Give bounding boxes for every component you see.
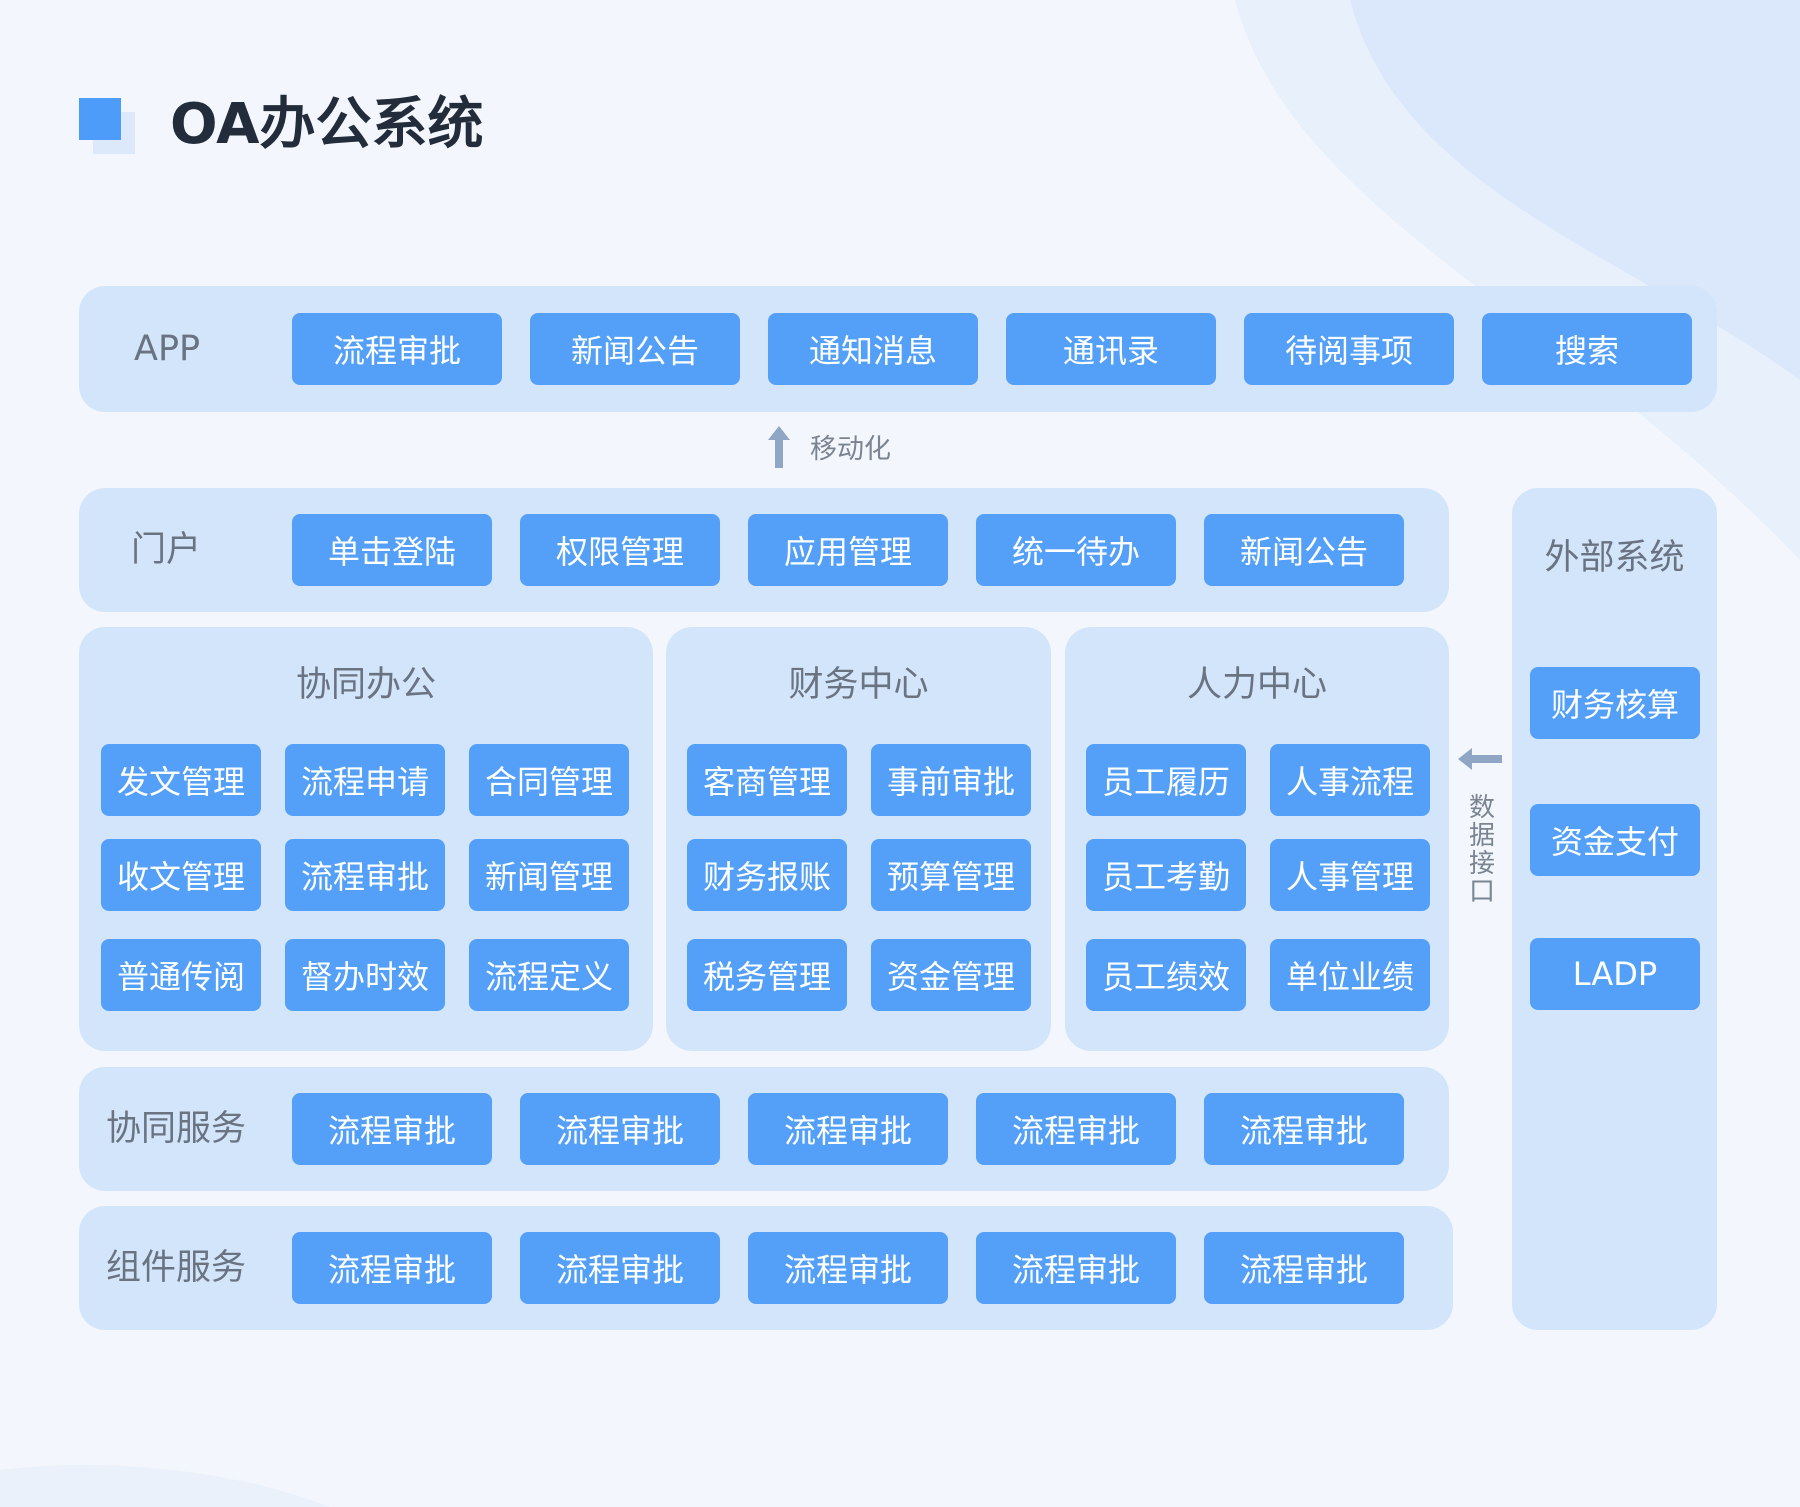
component-service-item[interactable]: 流程审批 xyxy=(976,1232,1176,1304)
finance-panel: 财务中心 客商管理 事前审批 财务报账 预算管理 税务管理 资金管理 xyxy=(666,627,1051,1051)
mobile-up-arrow-icon xyxy=(768,426,790,468)
page-title: OA办公系统 xyxy=(170,92,484,157)
app-item-contacts[interactable]: 通讯录 xyxy=(1006,313,1216,385)
collab-service-panel: 协同服务 流程审批 流程审批 流程审批 流程审批 流程审批 xyxy=(79,1067,1449,1191)
finance-title: 财务中心 xyxy=(788,665,929,705)
hr-item[interactable]: 员工履历 xyxy=(1086,744,1246,816)
finance-item[interactable]: 客商管理 xyxy=(687,744,847,816)
portal-item-sso[interactable]: 单击登陆 xyxy=(292,514,492,586)
collab-item[interactable]: 流程审批 xyxy=(285,839,445,911)
app-item-to-read[interactable]: 待阅事项 xyxy=(1244,313,1454,385)
mobile-note: 移动化 xyxy=(810,434,891,465)
portal-label: 门户 xyxy=(131,530,202,570)
collab-item[interactable]: 流程申请 xyxy=(285,744,445,816)
portal-item-unified-todo[interactable]: 统一待办 xyxy=(976,514,1176,586)
hr-item[interactable]: 员工绩效 xyxy=(1086,939,1246,1011)
data-interface-note: 数据接口 xyxy=(1468,793,1495,907)
component-service-panel: 组件服务 流程审批 流程审批 流程审批 流程审批 流程审批 xyxy=(79,1206,1453,1330)
title-square-icon xyxy=(79,98,137,156)
collab-item[interactable]: 流程定义 xyxy=(469,939,629,1011)
app-item-notification[interactable]: 通知消息 xyxy=(768,313,978,385)
collab-service-item[interactable]: 流程审批 xyxy=(292,1093,492,1165)
component-service-item[interactable]: 流程审批 xyxy=(1204,1232,1404,1304)
collab-item[interactable]: 新闻管理 xyxy=(469,839,629,911)
collab-service-label: 协同服务 xyxy=(106,1109,247,1149)
collab-service-item[interactable]: 流程审批 xyxy=(1204,1093,1404,1165)
external-item-accounting[interactable]: 财务核算 xyxy=(1530,667,1700,739)
external-systems-title: 外部系统 xyxy=(1544,538,1685,578)
hr-item[interactable]: 员工考勤 xyxy=(1086,839,1246,911)
external-item-ladp[interactable]: LADP xyxy=(1530,938,1700,1010)
app-item-process-approval[interactable]: 流程审批 xyxy=(292,313,502,385)
external-item-payment[interactable]: 资金支付 xyxy=(1530,804,1700,876)
portal-panel: 门户 单击登陆 权限管理 应用管理 统一待办 新闻公告 xyxy=(79,488,1449,612)
app-item-search[interactable]: 搜索 xyxy=(1482,313,1692,385)
collab-service-item[interactable]: 流程审批 xyxy=(976,1093,1176,1165)
collab-item[interactable]: 督办时效 xyxy=(285,939,445,1011)
collab-item[interactable]: 普通传阅 xyxy=(101,939,261,1011)
collab-item[interactable]: 发文管理 xyxy=(101,744,261,816)
component-service-item[interactable]: 流程审批 xyxy=(520,1232,720,1304)
collab-service-item[interactable]: 流程审批 xyxy=(748,1093,948,1165)
component-service-item[interactable]: 流程审批 xyxy=(748,1232,948,1304)
collab-service-item[interactable]: 流程审批 xyxy=(520,1093,720,1165)
app-item-news[interactable]: 新闻公告 xyxy=(530,313,740,385)
portal-item-app-management[interactable]: 应用管理 xyxy=(748,514,948,586)
finance-item[interactable]: 资金管理 xyxy=(871,939,1031,1011)
finance-item[interactable]: 事前审批 xyxy=(871,744,1031,816)
hr-item[interactable]: 人事管理 xyxy=(1270,839,1430,911)
hr-panel: 人力中心 员工履历 人事流程 员工考勤 人事管理 员工绩效 单位业绩 xyxy=(1065,627,1449,1051)
data-interface-left-arrow-icon xyxy=(1458,748,1502,770)
app-label: APP xyxy=(134,329,201,369)
collab-item[interactable]: 合同管理 xyxy=(469,744,629,816)
app-panel: APP 流程审批 新闻公告 通知消息 通讯录 待阅事项 搜索 xyxy=(79,286,1717,412)
finance-item[interactable]: 税务管理 xyxy=(687,939,847,1011)
hr-item[interactable]: 人事流程 xyxy=(1270,744,1430,816)
portal-item-permissions[interactable]: 权限管理 xyxy=(520,514,720,586)
collab-office-panel: 协同办公 发文管理 流程申请 合同管理 收文管理 流程审批 新闻管理 普通传阅 … xyxy=(79,627,653,1051)
portal-item-news[interactable]: 新闻公告 xyxy=(1204,514,1404,586)
collab-item[interactable]: 收文管理 xyxy=(101,839,261,911)
component-service-item[interactable]: 流程审批 xyxy=(292,1232,492,1304)
external-systems-panel: 外部系统 财务核算 资金支付 LADP xyxy=(1512,488,1717,1330)
hr-title: 人力中心 xyxy=(1186,665,1327,705)
finance-item[interactable]: 财务报账 xyxy=(687,839,847,911)
collab-office-title: 协同办公 xyxy=(295,665,436,705)
finance-item[interactable]: 预算管理 xyxy=(871,839,1031,911)
hr-item[interactable]: 单位业绩 xyxy=(1270,939,1430,1011)
component-service-label: 组件服务 xyxy=(106,1248,247,1288)
